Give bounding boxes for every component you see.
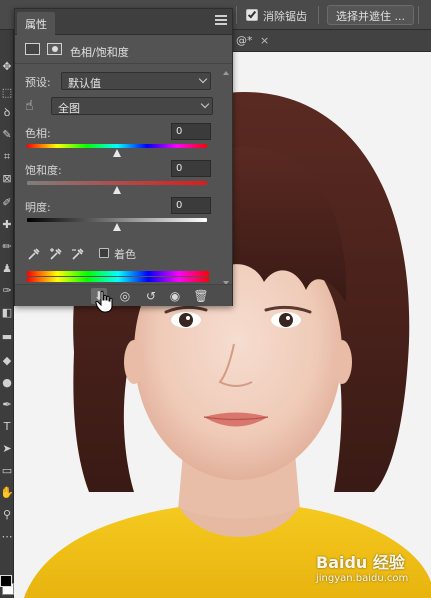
lasso-tool-icon[interactable]: ꝺ — [0, 106, 14, 120]
saturation-slider-track[interactable] — [27, 181, 207, 185]
visibility-icon[interactable]: ◉ — [167, 288, 183, 304]
hue-label: 色相: — [25, 127, 51, 140]
saturation-input[interactable]: 0 — [171, 160, 211, 177]
preset-dropdown[interactable]: 默认值 — [61, 72, 211, 90]
saturation-label: 饱和度: — [25, 164, 62, 177]
panel-menu-icon[interactable] — [215, 15, 227, 27]
baidu-watermark: Baidu 经验 jingyan.baidu.com — [316, 543, 426, 593]
colorize-checkbox[interactable] — [99, 248, 109, 258]
close-tab-icon[interactable]: × — [260, 34, 269, 47]
hue-slider-track[interactable] — [27, 144, 207, 148]
blur-tool-icon[interactable]: ◆ — [0, 354, 14, 368]
type-tool-icon[interactable]: T — [0, 420, 14, 434]
document-tab-label: @ — [236, 34, 247, 47]
hue-input[interactable]: 0 — [171, 123, 211, 140]
hue-slider-thumb[interactable] — [113, 149, 121, 157]
move-tool-icon[interactable]: ✥ — [0, 60, 14, 74]
options-separator — [236, 6, 237, 24]
layer-mask-icon[interactable] — [47, 43, 62, 55]
pen-tool-icon[interactable]: ✒ — [0, 398, 14, 412]
check-icon — [247, 9, 257, 19]
hand-tool-icon[interactable]: ✋ — [0, 486, 14, 500]
modified-mark: * — [247, 34, 253, 47]
chevron-down-icon — [198, 74, 208, 84]
scroll-up-icon[interactable] — [223, 71, 229, 75]
lightness-slider-track[interactable] — [27, 218, 207, 222]
quick-select-tool-icon[interactable]: ✎ — [0, 128, 14, 142]
options-separator — [418, 6, 419, 24]
history-brush-tool-icon[interactable]: ✑ — [0, 284, 14, 298]
antialias-checkbox[interactable] — [246, 9, 258, 21]
document-tab[interactable]: @* — [236, 34, 253, 47]
channel-value: 全图 — [58, 102, 80, 115]
more-tools-icon[interactable]: ⋯ — [0, 530, 14, 544]
eraser-tool-icon[interactable]: ◧ — [0, 306, 14, 320]
tab-properties[interactable]: 属性 — [17, 12, 55, 35]
eyedropper-tool-icon[interactable]: ✐ — [0, 196, 14, 210]
chevron-down-icon — [200, 99, 210, 109]
lightness-label: 明度: — [25, 201, 51, 214]
input-color-bar — [27, 271, 209, 276]
delete-icon[interactable]: 🗑 — [193, 288, 209, 304]
rectangle-tool-icon[interactable]: ▭ — [0, 464, 14, 478]
crop-tool-icon[interactable]: ⌗ — [0, 150, 14, 164]
targeted-adjustment-hand-icon[interactable]: ☝ — [25, 98, 34, 114]
brush-tool-icon[interactable]: ✏ — [0, 240, 14, 254]
eyedropper-add-icon[interactable] — [49, 247, 63, 261]
adjustment-title: 色相/饱和度 — [70, 46, 129, 59]
select-and-mask-button[interactable]: 选择并遮住 ... — [327, 5, 414, 25]
panel-tab-bar: 属性 — [15, 9, 232, 35]
gradient-tool-icon[interactable]: ▬ — [0, 330, 14, 344]
marquee-tool-icon[interactable]: ⬚ — [0, 86, 14, 100]
adjustment-layer-icon[interactable] — [25, 43, 40, 55]
panel-scrollbar[interactable] — [222, 71, 230, 289]
lightness-slider-thumb[interactable] — [113, 223, 121, 231]
options-separator — [318, 6, 319, 24]
preset-label: 预设: — [25, 76, 51, 89]
reset-icon[interactable]: ↺ — [143, 288, 159, 304]
tools-toolbar: ✥ ⬚ ꝺ ✎ ⌗ ⊠ ✐ ✚ ✏ ♟ ✑ ◧ ▬ ◆ ● ✒ T ➤ ▭ ✋ … — [0, 30, 14, 598]
healing-brush-tool-icon[interactable]: ✚ — [0, 218, 14, 232]
colorize-label: 着色 — [114, 248, 136, 261]
frame-tool-icon[interactable]: ⊠ — [0, 172, 14, 186]
hand-cursor-icon — [95, 290, 113, 313]
watermark-url: jingyan.baidu.com — [316, 573, 409, 584]
dodge-tool-icon[interactable]: ● — [0, 376, 14, 390]
photoshop-window: 消除锯齿 选择并遮住 ... ✥ ⬚ ꝺ ✎ ⌗ ⊠ ✐ ✚ ✏ ♟ ✑ ◧ ▬… — [0, 0, 431, 598]
adjustment-header: 色相/饱和度 — [15, 36, 232, 64]
foreground-color-swatch[interactable] — [0, 575, 12, 587]
output-color-bar — [27, 277, 209, 282]
clone-stamp-tool-icon[interactable]: ♟ — [0, 262, 14, 276]
preset-value: 默认值 — [68, 77, 101, 90]
watermark-brand: Baidu 经验 — [316, 553, 405, 572]
channel-dropdown[interactable]: 全图 — [51, 97, 213, 115]
eyedropper-subtract-icon[interactable] — [71, 247, 85, 261]
antialias-label: 消除锯齿 — [263, 10, 307, 23]
panel-footer: ⬇ ◎ ↺ ◉ 🗑 — [15, 284, 232, 306]
path-select-tool-icon[interactable]: ➤ — [0, 442, 14, 456]
saturation-slider-thumb[interactable] — [113, 186, 121, 194]
properties-panel: 属性 色相/饱和度 预设: 默认值 ☝ 全图 色相: 0 饱和度: 0 明度: … — [14, 8, 233, 306]
zoom-tool-icon[interactable]: ⚲ — [0, 508, 14, 522]
view-previous-icon[interactable]: ◎ — [117, 288, 133, 304]
lightness-input[interactable]: 0 — [171, 197, 211, 214]
eyedropper-icon[interactable] — [27, 247, 41, 261]
